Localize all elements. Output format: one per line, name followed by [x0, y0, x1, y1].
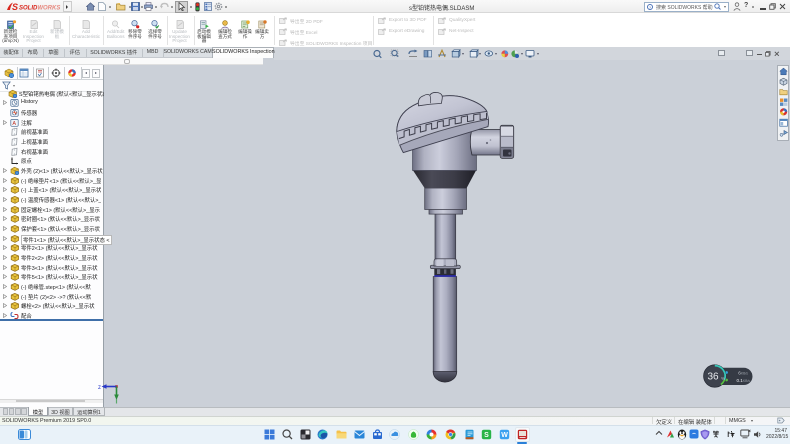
svg-text:SOLIDWORKS: SOLIDWORKS [19, 6, 60, 12]
svg-text:W: W [501, 432, 508, 439]
svg-text:6KB/s: 6KB/s [738, 371, 748, 376]
svg-text:A: A [12, 121, 16, 127]
svg-text:S: S [484, 432, 489, 439]
svg-text:z: z [98, 385, 101, 391]
svg-text:S: S [12, 2, 18, 12]
svg-text:0.1KB/s: 0.1KB/s [736, 378, 750, 383]
svg-text:%: % [721, 376, 725, 381]
svg-text:36: 36 [707, 372, 719, 383]
